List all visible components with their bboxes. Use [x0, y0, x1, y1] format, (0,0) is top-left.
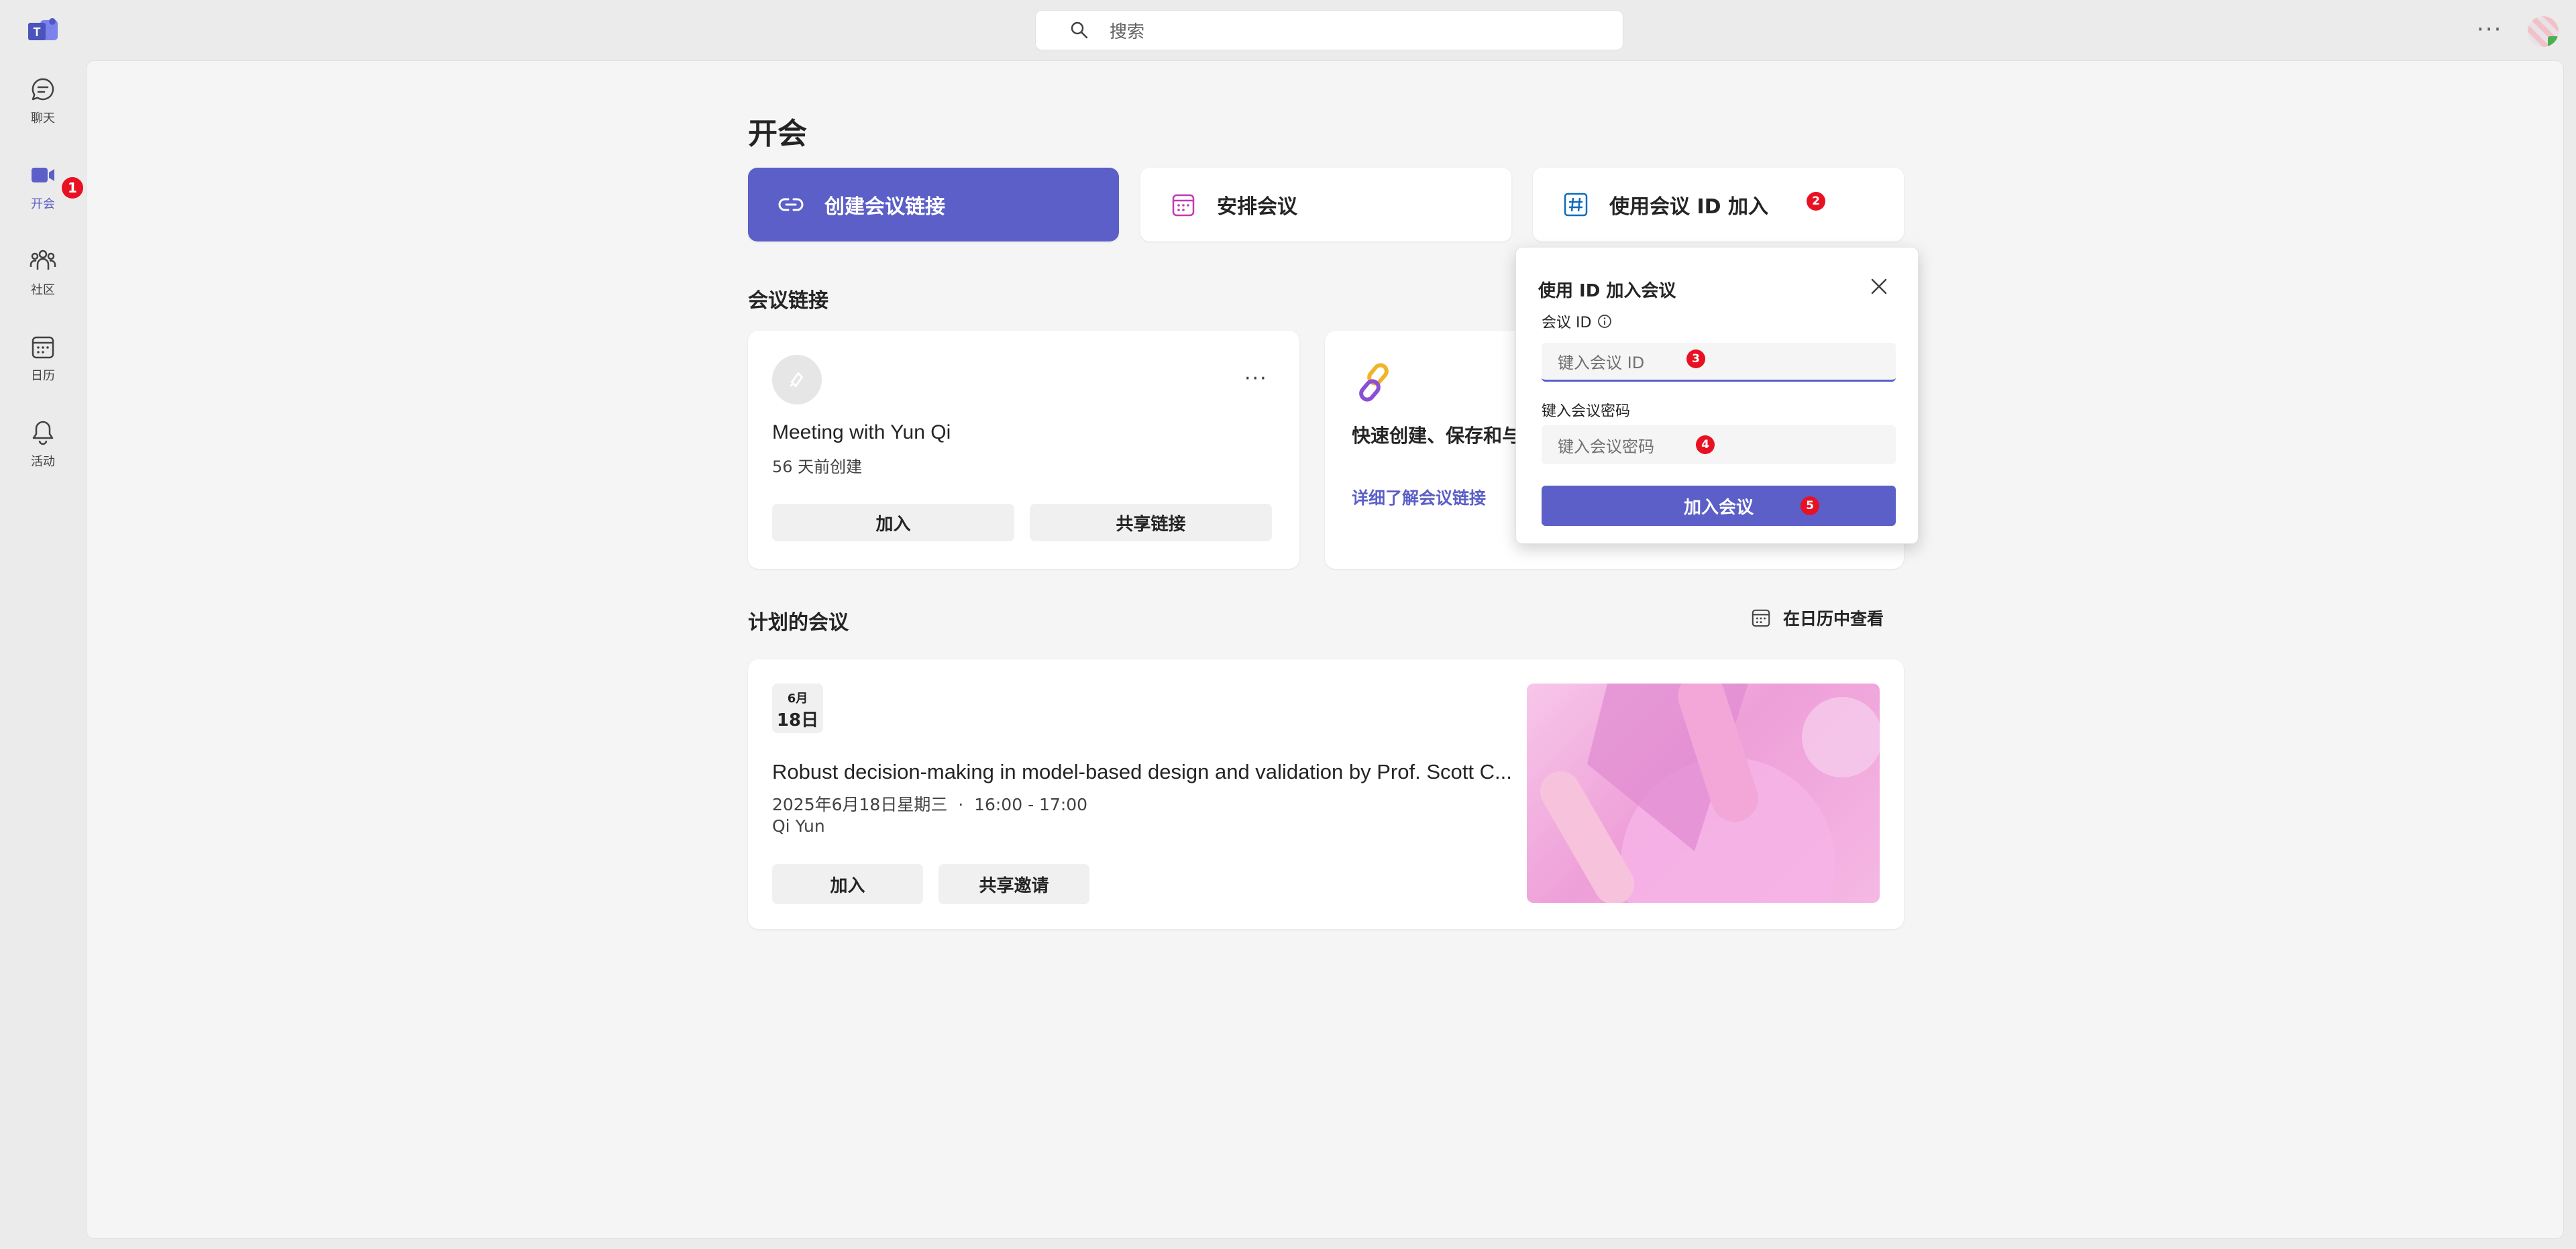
- rail-label: 日历: [31, 369, 55, 383]
- people-icon: [30, 250, 56, 270]
- meeting-id-label-text: 会议 ID: [1542, 315, 1592, 331]
- meeting-id-placeholder: 键入会议 ID: [1558, 354, 1645, 372]
- annotation-badge: 5: [1801, 496, 1819, 515]
- meeting-link-name: Meeting with Yun Qi: [772, 421, 951, 443]
- dialog-title: 使用 ID 加入会议: [1538, 281, 1676, 301]
- meeting-password-label: 键入会议密码: [1542, 403, 1631, 420]
- scheduled-meeting-card[interactable]: 6月 18日 Robust decision-making in model-b…: [748, 659, 1904, 929]
- meeting-password-input[interactable]: 键入会议密码: [1542, 425, 1896, 464]
- teams-logo-icon[interactable]: T: [27, 17, 59, 44]
- meeting-banner-image: [1527, 684, 1880, 903]
- calendar-icon: [1172, 194, 1195, 217]
- more-options-button[interactable]: ···: [2477, 16, 2502, 43]
- join-link-button[interactable]: 加入: [772, 504, 1014, 541]
- join-with-id-dialog: 使用 ID 加入会议 会议 ID 键入会议 ID 3 键入会议密码 键入会议密码…: [1515, 247, 1919, 544]
- rail-item-community[interactable]: 社区: [0, 247, 86, 298]
- rail-item-calendar[interactable]: 日历: [0, 333, 86, 384]
- profile-avatar[interactable]: [2528, 16, 2559, 47]
- join-with-id-label: 使用会议 ID 加入: [1609, 195, 1768, 219]
- schedule-meeting-label: 安排会议: [1217, 195, 1297, 219]
- link-avatar: [772, 355, 822, 404]
- close-icon[interactable]: [1867, 274, 1891, 298]
- rail-item-chat[interactable]: 聊天: [0, 75, 86, 126]
- search-placeholder: 搜索: [1110, 21, 1145, 42]
- join-meeting-button[interactable]: 加入: [772, 864, 923, 904]
- create-meeting-link-button[interactable]: 创建会议链接: [748, 168, 1119, 241]
- scheduled-meetings-heading: 计划的会议: [748, 611, 849, 635]
- calendar-icon: [32, 336, 54, 359]
- info-icon[interactable]: [1597, 313, 1613, 329]
- bell-icon: [32, 421, 54, 445]
- page-title: 开会: [748, 117, 807, 151]
- meeting-title: Robust decision-making in model-based de…: [772, 760, 1512, 783]
- card-more-button[interactable]: ···: [1244, 367, 1268, 390]
- search-icon: [1071, 21, 1088, 39]
- link-icon: [778, 198, 804, 211]
- meeting-password-placeholder: 键入会议密码: [1558, 437, 1654, 456]
- annotation-badge: 2: [1807, 192, 1825, 211]
- calendar-icon: [1752, 609, 1770, 627]
- view-in-calendar-label: 在日历中查看: [1783, 609, 1884, 629]
- schedule-meeting-button[interactable]: 安排会议: [1140, 168, 1511, 241]
- date-month: 6月: [787, 692, 808, 706]
- date-chip: 6月 18日: [772, 684, 823, 733]
- join-meeting-submit-label: 加入会议: [1683, 497, 1754, 518]
- promo-title: 快速创建、保存和与: [1352, 425, 1521, 447]
- date-day: 18日: [776, 710, 819, 730]
- chain-link-illustration: [1352, 359, 1399, 406]
- annotation-badge: 4: [1696, 435, 1715, 454]
- learn-more-link[interactable]: 详细了解会议链接: [1352, 485, 1486, 509]
- meeting-link-card[interactable]: ··· Meeting with Yun Qi 56 天前创建 加入 共享链接: [748, 331, 1299, 569]
- join-meeting-submit-button[interactable]: 加入会议: [1542, 486, 1896, 526]
- rail-label: 活动: [31, 455, 55, 469]
- top-bar: T 搜索 ···: [0, 0, 2576, 60]
- meeting-datetime: 2025年6月18日星期三 · 16:00 - 17:00: [772, 795, 1088, 814]
- rail-item-activity[interactable]: 活动: [0, 419, 86, 470]
- presence-status-icon: [2548, 36, 2559, 47]
- annotation-badge: 1: [62, 177, 83, 199]
- svg-text:T: T: [34, 25, 41, 39]
- create-meeting-link-label: 创建会议链接: [824, 195, 945, 219]
- view-in-calendar-button[interactable]: 在日历中查看: [1751, 606, 1884, 630]
- share-invite-button[interactable]: 共享邀请: [938, 864, 1089, 904]
- meeting-link-created: 56 天前创建: [772, 457, 863, 476]
- annotation-badge: 3: [1686, 349, 1705, 368]
- rail-label: 聊天: [31, 111, 55, 125]
- join-with-id-button[interactable]: 使用会议 ID 加入: [1533, 168, 1904, 241]
- meeting-links-heading: 会议链接: [748, 289, 828, 313]
- hashtag-icon: [1564, 193, 1588, 217]
- video-icon: [32, 168, 54, 182]
- meeting-id-input[interactable]: 键入会议 ID: [1542, 343, 1896, 382]
- chat-icon: [32, 78, 54, 101]
- meeting-organizer: Qi Yun: [772, 816, 825, 836]
- share-link-button[interactable]: 共享链接: [1030, 504, 1272, 541]
- link-icon: [790, 372, 804, 388]
- search-input[interactable]: 搜索: [1035, 10, 1623, 50]
- rail-label: 社区: [31, 283, 55, 297]
- meeting-id-label: 会议 ID: [1542, 311, 1613, 332]
